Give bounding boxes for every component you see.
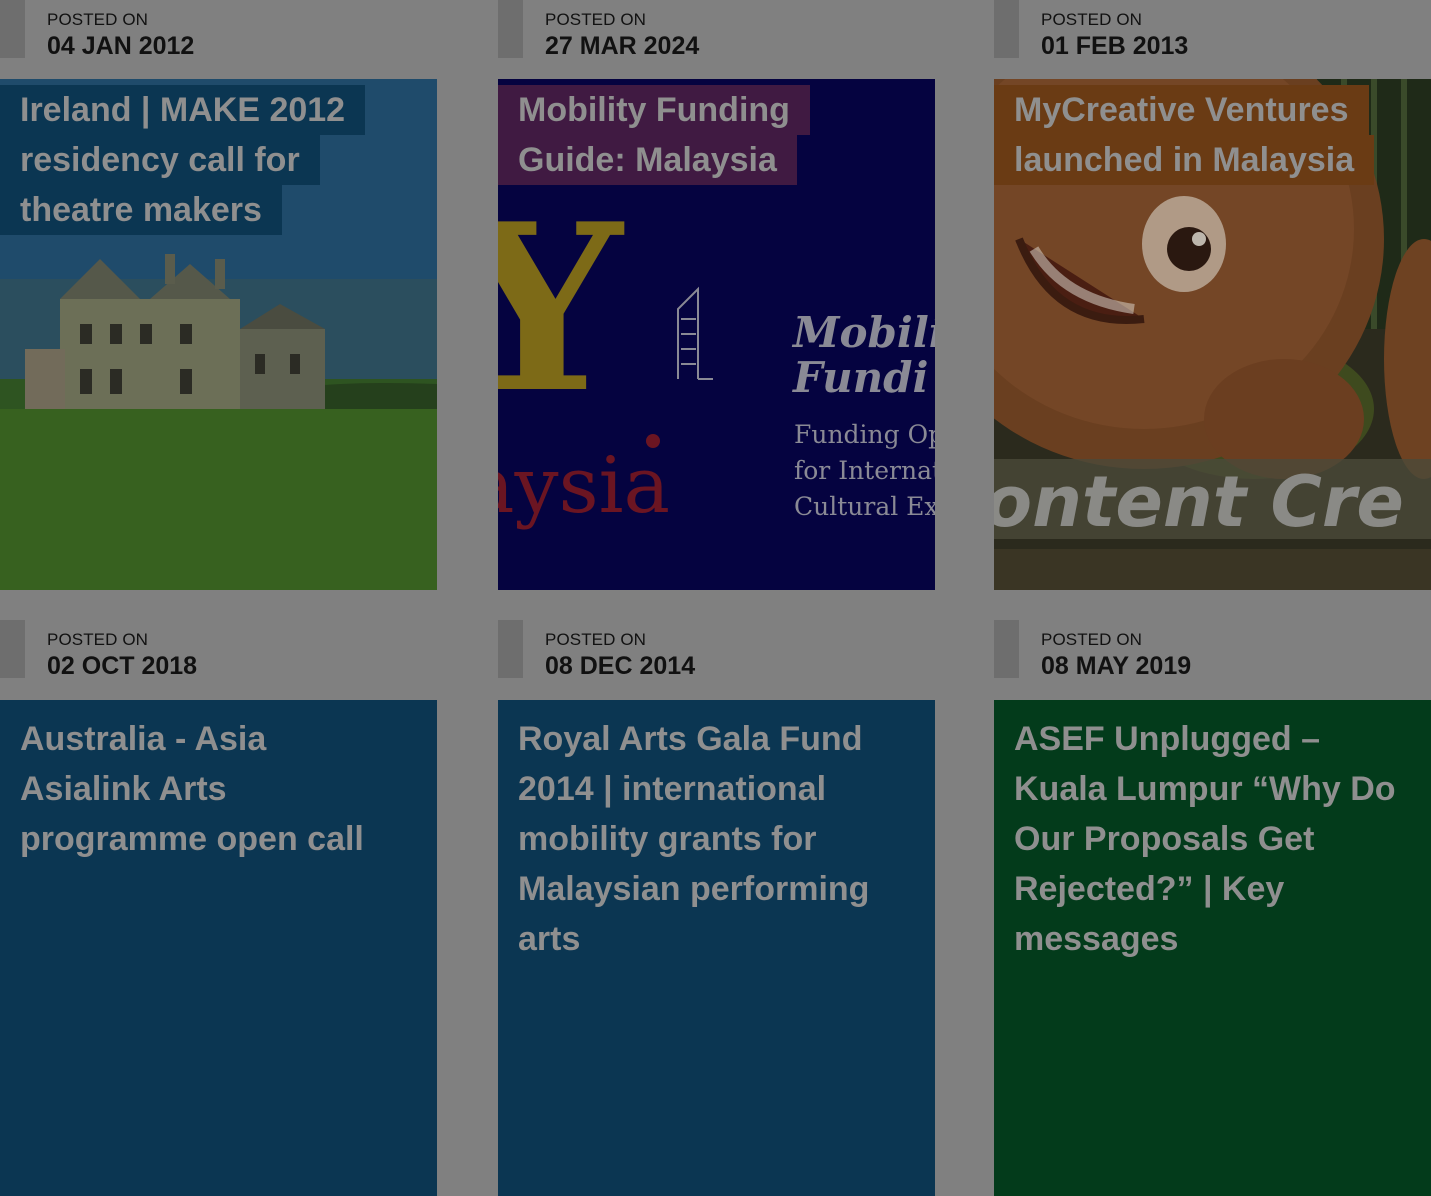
post-title-panel[interactable]: Australia - Asia Asialink Arts programme…	[0, 700, 437, 1196]
post-card-3[interactable]: POSTED ON 01 FEB 2013 ontent Cre MyCreat…	[994, 0, 1431, 590]
post-title-overlay[interactable]: Mobility Funding Guide: Malaysia	[498, 85, 810, 185]
post-title-panel[interactable]: Royal Arts Gala Fund 2014 | internationa…	[498, 700, 935, 1196]
post-card-4[interactable]: POSTED ON 02 OCT 2018 Australia - Asia A…	[0, 620, 437, 1196]
title-line: Rejected?” | Key	[1014, 870, 1285, 908]
title-line: messages	[1014, 920, 1179, 958]
posted-on-label: POSTED ON	[47, 10, 149, 29]
post-title: Australia - Asia Asialink Arts programme…	[20, 714, 417, 864]
title-line: residency call for	[0, 135, 320, 185]
post-title-panel[interactable]: ASEF Unplugged – Kuala Lumpur “Why Do Ou…	[994, 700, 1431, 1196]
posted-on-label: POSTED ON	[545, 10, 647, 29]
post-date: 04 JAN 2012	[47, 32, 195, 60]
post-card-5[interactable]: POSTED ON 08 DEC 2014 Royal Arts Gala Fu…	[498, 620, 935, 1196]
post-card-6[interactable]: POSTED ON 08 MAY 2019 ASEF Unplugged – K…	[994, 620, 1431, 1196]
post-title-overlay[interactable]: MyCreative Ventures launched in Malaysia	[994, 85, 1375, 185]
date-accent-bar	[0, 620, 25, 678]
posted-on: POSTED ON 27 MAR 2024	[498, 0, 935, 79]
title-line: ASEF Unplugged –	[1014, 720, 1320, 758]
date-accent-bar	[0, 0, 25, 58]
posted-on-label: POSTED ON	[1041, 10, 1143, 29]
post-date: 01 FEB 2013	[1041, 32, 1189, 60]
post-date: 02 OCT 2018	[47, 652, 198, 680]
cover-sub-1: Funding Op	[794, 420, 935, 449]
post-date: 08 MAY 2019	[1041, 652, 1192, 680]
title-line: Kuala Lumpur “Why Do	[1014, 770, 1396, 808]
title-line: Ireland | MAKE 2012	[0, 85, 366, 135]
title-line: Mobility Funding	[498, 85, 810, 135]
post-title: ASEF Unplugged – Kuala Lumpur “Why Do Ou…	[1014, 714, 1411, 964]
posted-on-label: POSTED ON	[545, 630, 647, 649]
posted-on: POSTED ON 02 OCT 2018	[0, 620, 437, 699]
title-line: MyCreative Ventures	[994, 85, 1369, 135]
date-accent-bar	[994, 620, 1019, 678]
title-line: arts	[518, 920, 581, 958]
date-accent-bar	[498, 620, 523, 678]
cover-word: aysia	[498, 441, 670, 531]
date-accent-bar	[994, 0, 1019, 58]
post-thumbnail[interactable]: Ireland | MAKE 2012 residency call for t…	[0, 79, 437, 590]
title-line: launched in Malaysia	[994, 135, 1375, 185]
posted-on-label: POSTED ON	[1041, 630, 1143, 649]
title-line: Asialink Arts	[20, 770, 227, 808]
post-date: 27 MAR 2024	[545, 32, 700, 60]
cover-big-letter: Y	[498, 174, 625, 444]
title-line: Royal Arts Gala Fund	[518, 720, 863, 758]
title-line: Malaysian performing	[518, 870, 870, 908]
title-line: Australia - Asia	[20, 720, 267, 758]
cover-heading-1: Mobili	[791, 308, 935, 357]
posted-on: POSTED ON 08 DEC 2014	[498, 620, 935, 699]
title-line: mobility grants for	[518, 820, 817, 858]
cover-sub-3: Cultural Ex	[794, 492, 935, 521]
cover-heading-2: Fundi	[792, 353, 928, 402]
posted-on: POSTED ON 08 MAY 2019	[994, 620, 1431, 699]
post-title-overlay[interactable]: Ireland | MAKE 2012 residency call for t…	[0, 85, 366, 235]
cover-sub-2: for Internat	[794, 456, 935, 485]
title-line: Our Proposals Get	[1014, 820, 1315, 858]
title-line: theatre makers	[0, 185, 282, 235]
title-line: 2014 | international	[518, 770, 827, 808]
title-line: Guide: Malaysia	[498, 135, 797, 185]
post-date: 08 DEC 2014	[545, 652, 696, 680]
banner-text: ontent Cre	[994, 461, 1404, 543]
date-accent-bar	[498, 0, 523, 58]
posted-on-label: POSTED ON	[47, 630, 149, 649]
post-card-1[interactable]: POSTED ON 04 JAN 2012 Ireland | MAKE 201…	[0, 0, 437, 590]
post-thumbnail[interactable]: Y aysia Mobili Fundi Funding Op for Inte…	[498, 79, 935, 590]
posted-on: POSTED ON 04 JAN 2012	[0, 0, 437, 79]
post-card-2[interactable]: POSTED ON 27 MAR 2024 Y aysia Mobili Fun…	[498, 0, 935, 590]
post-thumbnail[interactable]: ontent Cre MyCreative Ventures launched …	[994, 79, 1431, 590]
title-line: programme open call	[20, 820, 364, 858]
post-title: Royal Arts Gala Fund 2014 | internationa…	[518, 714, 915, 964]
posted-on: POSTED ON 01 FEB 2013	[994, 0, 1431, 79]
